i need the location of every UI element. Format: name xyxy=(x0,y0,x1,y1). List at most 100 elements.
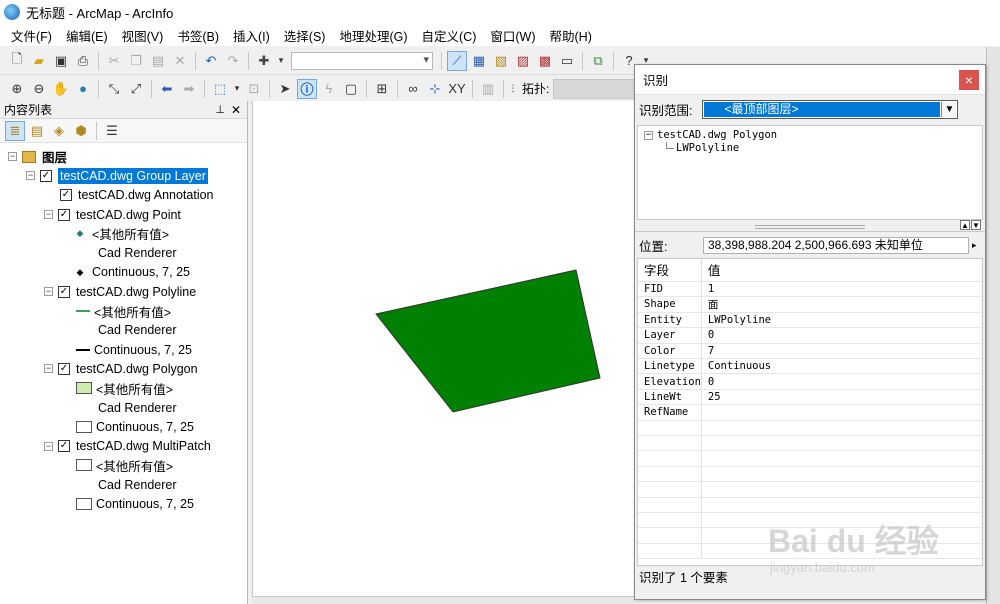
expand-pane-icon[interactable]: ▼ xyxy=(971,220,981,230)
zoom-out-icon[interactable]: ⊖ xyxy=(29,79,49,99)
attribute-row[interactable]: Entity LWPolyline xyxy=(638,312,982,329)
arctoolbox-icon[interactable]: ▩ xyxy=(535,51,555,71)
group-layer-row[interactable]: − ✓ testCAD.dwg Group Layer xyxy=(0,166,247,185)
collapse-icon[interactable]: − xyxy=(44,287,53,297)
legend-item-row[interactable]: ◆ Continuous, 7, 25 xyxy=(0,263,247,282)
legend-item-row[interactable]: Continuous, 7, 25 xyxy=(0,417,247,436)
legend-item-row[interactable]: <其他所有值> xyxy=(0,301,247,320)
list-by-visibility-icon[interactable]: ◈ xyxy=(49,121,69,141)
layers-root-row[interactable]: − 图层 xyxy=(0,147,247,166)
layer-row[interactable]: − ✓ testCAD.dwg Point xyxy=(0,205,247,224)
attribute-row[interactable]: FID 1 xyxy=(638,281,982,297)
zoom-in-icon[interactable]: ⊕ xyxy=(7,79,27,99)
paste-icon[interactable]: ▤ xyxy=(148,51,168,71)
pin-icon[interactable]: ⊥ xyxy=(215,103,225,116)
layer-visibility-checkbox[interactable]: ✓ xyxy=(40,169,52,182)
legend-item-row[interactable]: Cad Renderer xyxy=(0,321,247,340)
layer-visibility-checkbox[interactable]: ✓ xyxy=(58,362,70,375)
legend-item-row[interactable]: Cad Renderer xyxy=(0,243,247,262)
find-binoculars-icon[interactable]: ∞ xyxy=(403,79,423,99)
result-feature-node[interactable]: LWPolyline xyxy=(644,142,976,156)
list-by-selection-icon[interactable]: ⬢ xyxy=(71,121,91,141)
layer-row[interactable]: ✓ testCAD.dwg Annotation xyxy=(0,186,247,205)
new-document-icon[interactable]: 🗋 xyxy=(7,51,27,71)
hyperlink-icon[interactable]: ϟ xyxy=(319,79,339,99)
python-window-icon[interactable]: ▭ xyxy=(557,51,577,71)
menu-bookmarks[interactable]: 书签(B) xyxy=(170,26,226,45)
menu-help[interactable]: 帮助(H) xyxy=(543,26,599,45)
time-slider-icon[interactable]: ▥ xyxy=(478,79,498,99)
clear-selection-icon[interactable]: ⊡ xyxy=(244,79,264,99)
close-icon[interactable]: ✕ xyxy=(231,103,241,117)
toc-options-icon[interactable]: ☰ xyxy=(102,121,122,141)
layer-visibility-checkbox[interactable]: ✓ xyxy=(60,189,72,202)
layer-visibility-checkbox[interactable]: ✓ xyxy=(58,440,70,453)
catalog-icon[interactable]: ▧ xyxy=(491,51,511,71)
attribute-row[interactable]: Shape 面 xyxy=(638,296,982,313)
location-options-icon[interactable]: ▸ xyxy=(972,240,977,251)
model-builder-icon[interactable]: ⧉ xyxy=(588,51,608,71)
find-route-icon[interactable]: ⊹ xyxy=(425,79,445,99)
map-scale-combo[interactable] xyxy=(291,51,433,70)
measure-icon[interactable]: ⊞ xyxy=(372,79,392,99)
collapse-icon[interactable]: − xyxy=(44,441,53,451)
pan-hand-icon[interactable]: ✋ xyxy=(51,79,71,99)
attribute-row[interactable]: LineWt 25 xyxy=(638,389,982,406)
map-view[interactable] xyxy=(252,101,635,596)
select-features-icon[interactable]: ⬚ xyxy=(210,79,230,99)
layer-visibility-checkbox[interactable]: ✓ xyxy=(58,208,70,221)
legend-item-row[interactable]: ◆ <其他所有值> xyxy=(0,224,247,243)
add-data-icon[interactable]: ✚ xyxy=(254,51,274,71)
chevron-down-icon[interactable]: ▼ xyxy=(941,101,957,117)
attribute-row[interactable]: Elevation 0 xyxy=(638,373,982,390)
menu-view[interactable]: 视图(V) xyxy=(115,26,171,45)
toolbar-grip-icon[interactable]: ⋮ xyxy=(509,79,518,99)
undo-icon[interactable]: ↶ xyxy=(201,51,221,71)
redo-icon[interactable]: ↷ xyxy=(223,51,243,71)
close-button[interactable]: × xyxy=(959,69,979,90)
list-by-drawing-order-icon[interactable]: ≣ xyxy=(5,120,25,141)
search-window-icon[interactable]: ▨ xyxy=(513,51,533,71)
legend-item-row[interactable]: <其他所有值> xyxy=(0,456,247,475)
menu-customize[interactable]: 自定义(C) xyxy=(415,26,484,45)
cad-polygon-feature[interactable] xyxy=(375,269,601,413)
topology-layer-combo[interactable] xyxy=(553,78,638,99)
delete-icon[interactable]: ✕ xyxy=(170,51,190,71)
legend-item-row[interactable]: <其他所有值> xyxy=(0,379,247,398)
layer-row[interactable]: − ✓ testCAD.dwg Polyline xyxy=(0,282,247,301)
save-icon[interactable]: ▣ xyxy=(51,51,71,71)
menu-edit[interactable]: 编辑(E) xyxy=(59,26,115,45)
forward-arrow-icon[interactable]: ➡ xyxy=(179,79,199,99)
attribute-row[interactable]: Linetype Continuous xyxy=(638,358,982,375)
menu-selection[interactable]: 选择(S) xyxy=(277,26,333,45)
collapse-icon[interactable]: − xyxy=(8,152,17,162)
copy-icon[interactable]: ❐ xyxy=(126,51,146,71)
pane-splitter[interactable]: ▲ ▼ xyxy=(635,220,985,232)
open-folder-icon[interactable]: ▰ xyxy=(29,51,49,71)
html-popup-icon[interactable]: ▢ xyxy=(341,79,361,99)
editor-toolbar-icon[interactable]: ⟋ xyxy=(447,50,467,71)
layer-visibility-checkbox[interactable]: ✓ xyxy=(58,285,70,298)
collapse-icon[interactable]: − xyxy=(644,130,653,140)
full-extent-globe-icon[interactable]: ● xyxy=(73,79,93,99)
legend-item-row[interactable]: Cad Renderer xyxy=(0,398,247,417)
layer-row[interactable]: − ✓ testCAD.dwg MultiPatch xyxy=(0,436,247,455)
legend-item-row[interactable]: Cad Renderer xyxy=(0,475,247,494)
identify-scope-select[interactable]: <最顶部图层> ▼ xyxy=(702,99,959,119)
legend-item-row[interactable]: Continuous, 7, 25 xyxy=(0,494,247,513)
menu-insert[interactable]: 插入(I) xyxy=(226,26,277,45)
attribute-row[interactable]: Layer 0 xyxy=(638,327,982,344)
attribute-row[interactable]: RefName xyxy=(638,404,982,421)
collapse-icon[interactable]: − xyxy=(44,364,53,374)
legend-item-row[interactable]: Continuous, 7, 25 xyxy=(0,340,247,359)
result-layer-node[interactable]: − testCAD.dwg Polygon xyxy=(644,128,976,142)
print-icon[interactable]: ⎙ xyxy=(73,51,93,71)
back-arrow-icon[interactable]: ⬅ xyxy=(157,79,177,99)
dropdown-arrow-icon[interactable]: ▾ xyxy=(276,51,286,71)
menu-file[interactable]: 文件(F) xyxy=(4,26,59,45)
select-dropdown-icon[interactable]: ▾ xyxy=(232,79,242,99)
collapse-pane-icon[interactable]: ▲ xyxy=(960,220,970,230)
identify-icon[interactable]: ⓘ xyxy=(297,78,317,99)
table-of-contents-icon[interactable]: ▦ xyxy=(469,51,489,71)
menu-windows[interactable]: 窗口(W) xyxy=(483,26,542,45)
